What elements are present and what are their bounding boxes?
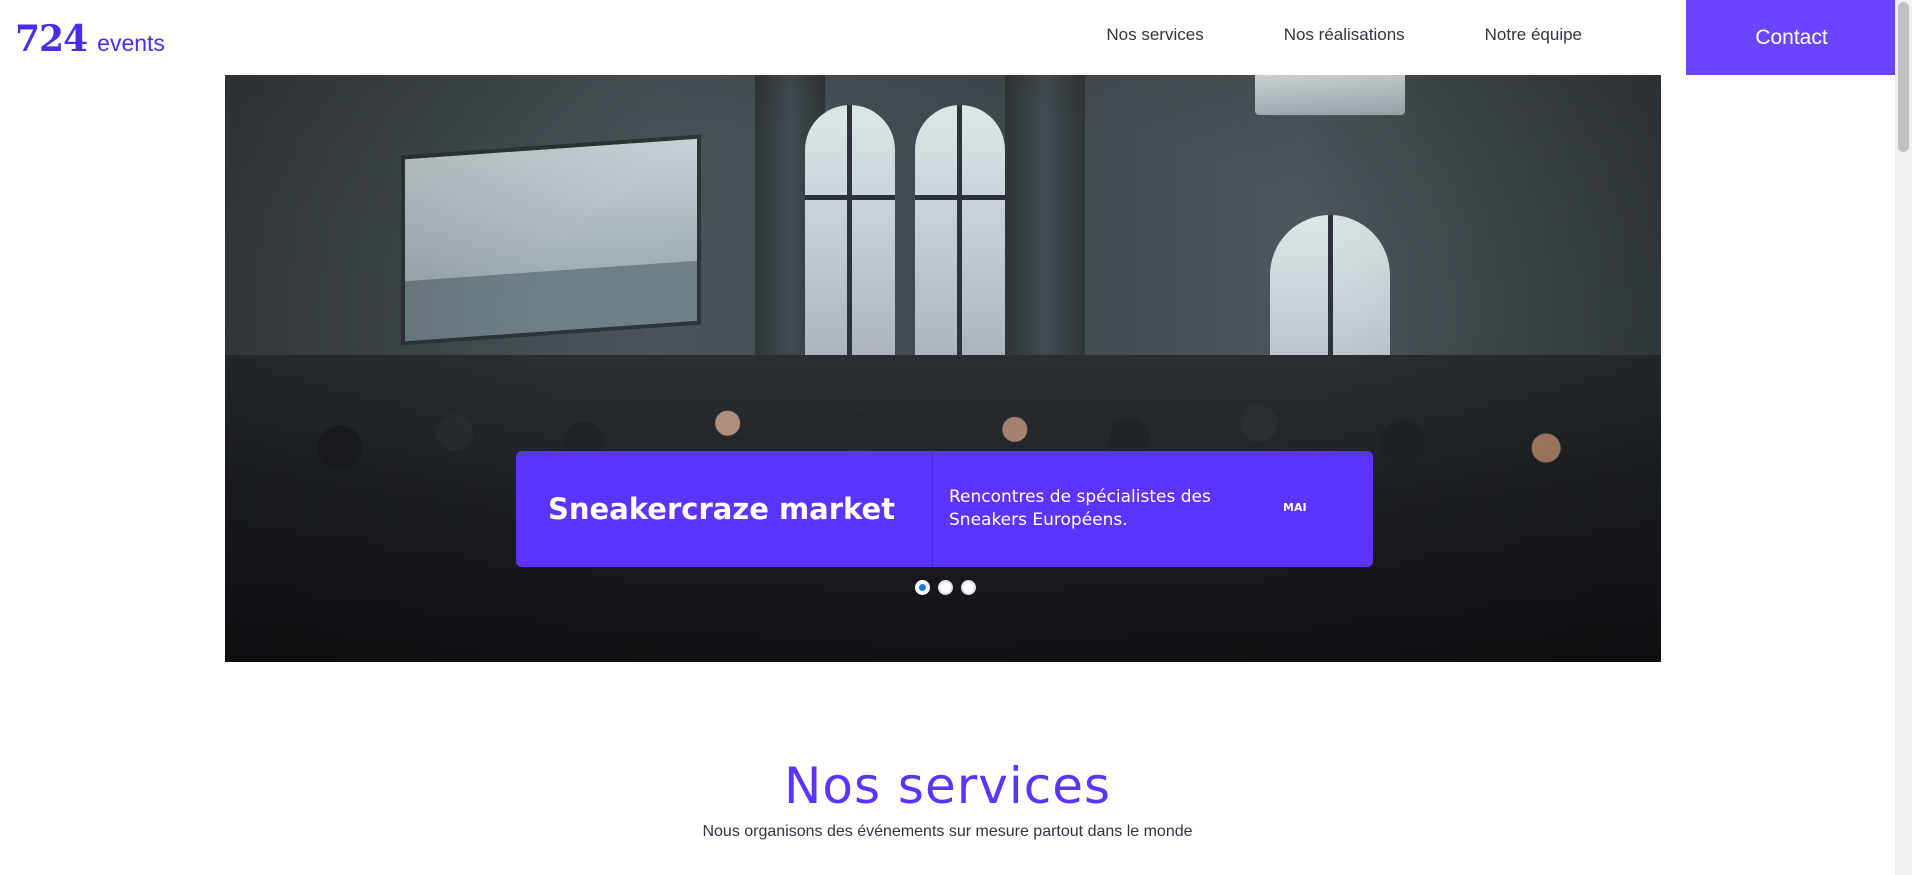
main-nav: Nos services Nos réalisations Notre équi…	[1026, 0, 1582, 70]
slider-dots	[915, 580, 976, 595]
logo-word: events	[97, 30, 165, 56]
slider-dot-3[interactable]	[961, 580, 976, 595]
nav-item-equipe[interactable]: Notre équipe	[1485, 25, 1582, 45]
hero-caption-card[interactable]: Sneakercraze market Rencontres de spécia…	[516, 451, 1373, 567]
nav-item-services[interactable]: Nos services	[1106, 25, 1203, 45]
nav-item-realisations[interactable]: Nos réalisations	[1284, 25, 1405, 45]
page-scrollbar[interactable]	[1895, 0, 1912, 875]
logo-number: 724	[15, 18, 88, 60]
hero-month: MAI	[1283, 500, 1307, 514]
slider-dot-1[interactable]	[915, 580, 930, 595]
services-subtitle: Nous organisons des événements sur mesur…	[702, 823, 1193, 840]
contact-button[interactable]: Contact	[1686, 0, 1897, 75]
logo[interactable]: 724 events	[15, 18, 165, 60]
scrollbar-thumb[interactable]	[1898, 2, 1909, 152]
slider-dot-2[interactable]	[938, 580, 953, 595]
site-header: 724 events Nos services Nos réalisations…	[0, 0, 1895, 75]
hero-description: Rencontres de spécialistes des Sneakers …	[949, 487, 1211, 530]
services-title: Nos services	[783, 757, 1112, 815]
hero-slider: Sneakercraze market Rencontres de spécia…	[225, 75, 1661, 662]
hero-title: Sneakercraze market	[548, 492, 896, 526]
